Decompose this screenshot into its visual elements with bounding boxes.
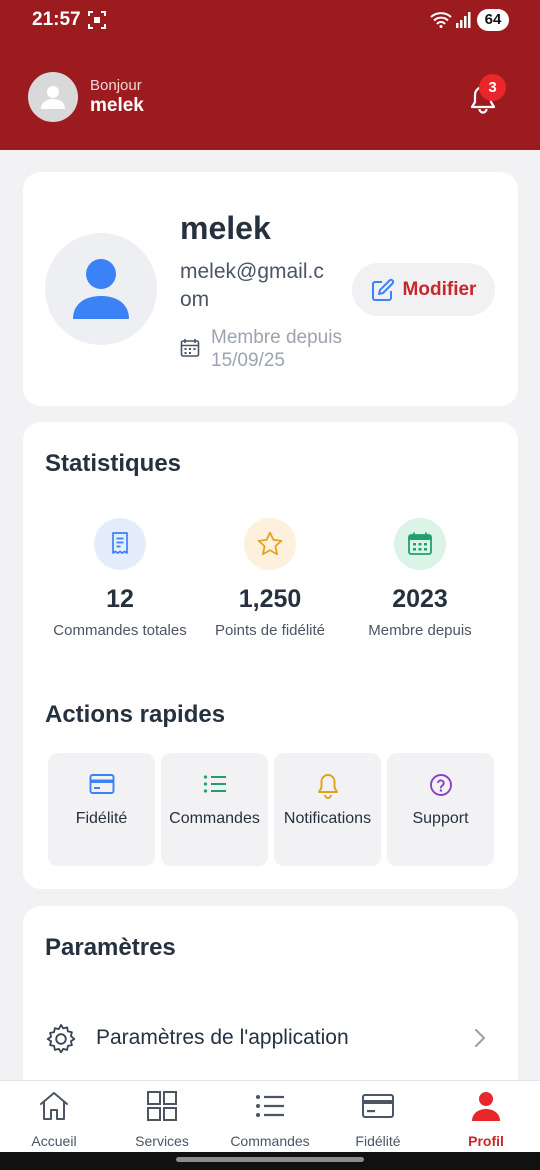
edit-profile-label: Modifier	[402, 278, 477, 300]
nav-services[interactable]: Services	[108, 1081, 216, 1153]
nav-label: Fidélité	[355, 1133, 401, 1149]
quick-action-loyalty[interactable]: Fidélité	[48, 753, 155, 866]
edit-icon	[371, 278, 394, 301]
nav-orders[interactable]: Commandes	[216, 1081, 324, 1153]
stat-member-since: 2023 Membre depuis	[335, 518, 505, 639]
calendar-icon	[180, 338, 200, 363]
quick-action-label: Commandes	[169, 810, 260, 827]
gear-icon	[45, 1023, 77, 1060]
quick-action-support[interactable]: Support	[387, 753, 494, 866]
quick-action-label: Fidélité	[75, 810, 128, 827]
nav-label: Commandes	[230, 1133, 310, 1149]
notification-count-badge: 3	[479, 74, 506, 101]
nav-label: Accueil	[31, 1133, 77, 1149]
help-icon	[387, 773, 494, 797]
list-icon	[216, 1089, 324, 1123]
settings-title: Paramètres	[45, 934, 176, 961]
status-time: 21:57	[32, 9, 81, 30]
stat-label: Membre depuis	[368, 622, 472, 639]
profile-email: melek@gmail.com	[180, 260, 324, 311]
card-icon	[324, 1089, 432, 1123]
stat-value: 2023	[392, 585, 448, 613]
member-since-text: Membre depuis 15/09/25	[211, 327, 342, 371]
nav-label: Services	[135, 1133, 189, 1149]
stat-loyalty-points: 1,250 Points de fidélité	[185, 518, 355, 639]
stat-total-orders: 12 Commandes totales	[35, 518, 205, 639]
star-icon	[244, 518, 296, 570]
signal-icon	[455, 12, 471, 33]
app-settings-label: Paramètres de l'application	[96, 1026, 349, 1049]
list-icon	[161, 773, 268, 795]
user-icon	[73, 259, 129, 319]
app-settings-row[interactable]: Paramètres de l'application	[23, 1006, 518, 1070]
bottom-navigation: Accueil Services Commandes Fidélité Prof…	[0, 1080, 540, 1152]
quick-action-label: Notifications	[283, 810, 372, 827]
grid-icon	[108, 1089, 216, 1123]
greeting-label: Bonjour	[90, 77, 142, 94]
home-indicator[interactable]	[176, 1157, 364, 1162]
bell-icon	[274, 773, 381, 799]
screenshot-icon	[88, 11, 106, 34]
user-icon	[432, 1089, 540, 1123]
stat-label: Points de fidélité	[214, 622, 326, 639]
quick-action-orders[interactable]: Commandes	[161, 753, 268, 866]
calendar-icon	[394, 518, 446, 570]
battery-indicator: 64	[477, 9, 509, 31]
home-icon	[0, 1089, 108, 1123]
stat-value: 1,250	[238, 585, 302, 613]
user-icon	[41, 86, 65, 109]
nav-profile[interactable]: Profil	[432, 1081, 540, 1153]
quick-action-label: Support	[412, 810, 469, 827]
chevron-right-icon	[473, 1028, 487, 1053]
statistics-title: Statistiques	[45, 450, 182, 477]
quick-actions-title: Actions rapides	[45, 701, 226, 728]
profile-name: melek	[180, 210, 271, 246]
stat-label: Commandes totales	[53, 622, 187, 639]
statistics-card: Statistiques 12 Commandes totales 1,250 …	[23, 422, 518, 889]
quick-action-notifications[interactable]: Notifications	[274, 753, 381, 866]
settings-card: Paramètres Paramètres de l'application	[23, 906, 518, 1106]
status-bar: 21:57 64	[0, 0, 540, 40]
edit-profile-button[interactable]: Modifier	[352, 263, 495, 316]
stat-value: 12	[106, 585, 134, 613]
card-icon	[48, 773, 155, 795]
profile-avatar	[45, 233, 157, 345]
wifi-icon	[430, 12, 452, 33]
receipt-icon	[94, 518, 146, 570]
avatar[interactable]	[28, 72, 78, 122]
nav-loyalty[interactable]: Fidélité	[324, 1081, 432, 1153]
nav-label: Profil	[468, 1133, 504, 1149]
greeting-user-name: melek	[90, 95, 144, 116]
app-header: 21:57 64 Bonjour melek 3	[0, 0, 540, 150]
profile-card: melek melek@gmail.com Membre depuis 15/0…	[23, 172, 518, 406]
nav-home[interactable]: Accueil	[0, 1081, 108, 1153]
